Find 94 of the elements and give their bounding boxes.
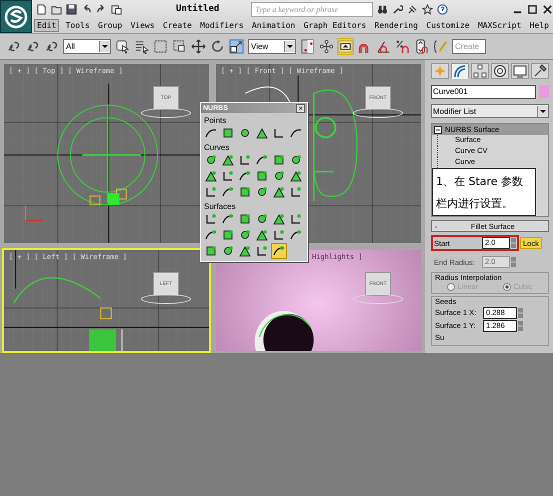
nurbs-tool-button[interactable] [238, 153, 252, 167]
display-tab[interactable] [511, 63, 529, 79]
pivot-icon[interactable] [300, 39, 315, 54]
utilities-tab[interactable] [531, 63, 549, 79]
nurbs-tool-button[interactable] [221, 212, 235, 226]
object-name-field[interactable]: Curve001 [431, 85, 536, 99]
menu-item[interactable]: Graph Editors [302, 20, 368, 31]
nurbs-tool-button[interactable] [272, 153, 286, 167]
nurbs-tool-button[interactable] [255, 153, 269, 167]
nurbs-tool-button[interactable] [238, 212, 252, 226]
nurbs-tool-button[interactable] [272, 228, 286, 242]
wrench-icon[interactable] [392, 4, 404, 14]
axis-tripod-icon [24, 206, 44, 222]
scale-icon[interactable] [229, 39, 244, 54]
menu-item[interactable]: Help [528, 20, 551, 31]
nurbs-tool-button[interactable] [238, 244, 252, 258]
project-folder-icon[interactable] [111, 4, 122, 14]
nurbs-tool-button[interactable] [289, 153, 303, 167]
hierarchy-tab[interactable] [471, 63, 489, 79]
nurbs-tool-button[interactable] [238, 228, 252, 242]
save-icon[interactable] [66, 4, 77, 14]
reference-coordinate-dropdown[interactable]: View [248, 39, 296, 54]
move-icon[interactable] [191, 39, 206, 54]
nurbs-tool-button[interactable] [204, 228, 218, 242]
star-icon[interactable] [422, 4, 434, 14]
motion-tab[interactable] [491, 63, 509, 79]
menu-item[interactable]: Rendering [372, 20, 420, 31]
search-field[interactable]: Type a keyword or phrase [251, 2, 374, 16]
select-object-icon[interactable] [115, 39, 130, 54]
nurbs-tool-button[interactable] [289, 185, 303, 199]
menu-item[interactable]: Tools [64, 20, 92, 31]
rotate-icon[interactable] [210, 39, 225, 54]
nurbs-tool-button[interactable] [221, 185, 235, 199]
collapse-icon[interactable] [434, 126, 442, 134]
nurbs-tool-button[interactable] [255, 212, 269, 226]
nurbs-tool-button[interactable] [204, 244, 218, 258]
nurbs-tool-button[interactable] [221, 126, 235, 140]
window-crossing-icon[interactable] [172, 39, 187, 54]
nurbs-tool-button[interactable] [255, 185, 269, 199]
menu-item[interactable]: Edit [34, 19, 60, 32]
nurbs-tool-button[interactable] [272, 185, 286, 199]
nurbs-tool-button[interactable] [289, 228, 303, 242]
close-icon[interactable] [542, 4, 553, 14]
nurbs-tool-button[interactable] [204, 212, 218, 226]
nurbs-tool-button[interactable] [255, 169, 269, 183]
nurbs-tool-button[interactable] [221, 153, 235, 167]
nurbs-tool-button[interactable] [221, 169, 235, 183]
nurbs-tool-button[interactable] [238, 126, 252, 140]
menu-item[interactable]: Group [96, 20, 124, 31]
maximize-icon[interactable] [527, 4, 538, 14]
window-title: Untitled [176, 4, 220, 14]
select-by-name-icon[interactable] [134, 39, 149, 54]
nurbs-tool-button[interactable] [204, 169, 218, 183]
viewcube-ring[interactable] [353, 108, 403, 118]
edit-named-selection-icon[interactable] [433, 39, 448, 54]
app-logo-icon[interactable] [0, 0, 32, 33]
axis-constraint-icon[interactable] [319, 39, 334, 54]
menu-item[interactable]: Modifiers [198, 20, 246, 31]
nurbs-tool-button[interactable] [238, 169, 252, 183]
menu-item[interactable]: MAXScript [476, 20, 524, 31]
nurbs-tool-button[interactable] [272, 126, 286, 140]
object-color-swatch[interactable] [539, 85, 549, 98]
new-file-icon[interactable] [36, 4, 47, 14]
nurbs-tool-button[interactable] [289, 212, 303, 226]
nurbs-tool-button[interactable] [238, 185, 252, 199]
nurbs-tool-button[interactable] [204, 185, 218, 199]
binoculars-icon[interactable] [377, 4, 388, 14]
spinner-snap-icon[interactable] [414, 39, 429, 54]
selection-filter-dropdown[interactable]: All [63, 39, 111, 54]
nurbs-tool-button[interactable] [221, 228, 235, 242]
nurbs-tool-button[interactable] [289, 169, 303, 183]
nurbs-tool-button[interactable] [255, 228, 269, 242]
nurbs-tool-button[interactable] [272, 169, 286, 183]
modifier-list-dropdown[interactable]: Modifier List [431, 104, 549, 118]
menu-item[interactable]: Views [128, 20, 157, 31]
keyboard-shortcut-icon[interactable] [338, 39, 353, 54]
menu-item[interactable]: Create [160, 20, 194, 31]
help-icon[interactable] [437, 4, 448, 14]
angle-snap-icon[interactable] [376, 39, 391, 54]
menu-item[interactable]: Animation [250, 20, 298, 31]
link-icon[interactable] [6, 39, 21, 54]
modify-tab[interactable] [451, 63, 469, 79]
nurbs-tool-button[interactable] [221, 244, 235, 258]
percent-snap-icon[interactable] [395, 39, 410, 54]
rectangle-selection-icon[interactable] [153, 39, 168, 54]
menu-item[interactable]: Customize [424, 20, 472, 31]
nurbs-tool-button[interactable] [255, 244, 269, 258]
tutorial-callout: 1、在 Stare 参数栏内进行设置。 [432, 168, 536, 216]
nurbs-tool-button[interactable] [272, 212, 286, 226]
close-button[interactable]: × [296, 104, 305, 112]
open-folder-icon[interactable] [51, 4, 62, 14]
nurbs-tool-button[interactable] [204, 153, 218, 167]
nurbs-tool-button[interactable] [272, 244, 286, 258]
nurbs-tool-button[interactable] [255, 126, 269, 140]
